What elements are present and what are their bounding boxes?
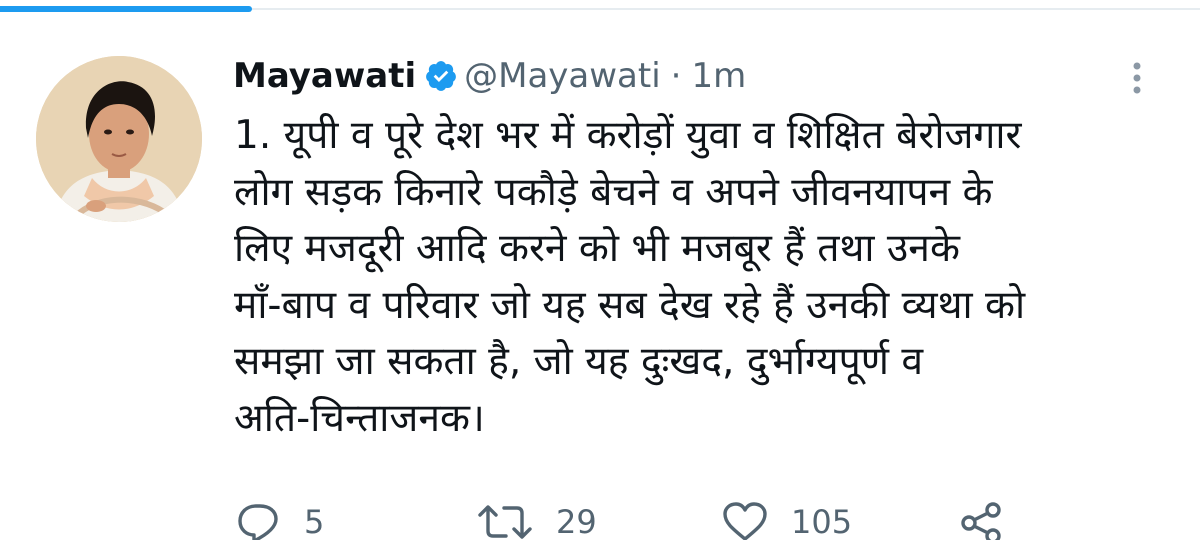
- reply-icon: [236, 501, 282, 540]
- tweet-action-bar: 5 29 105: [236, 498, 1005, 540]
- tweet-body-text: 1. यूपी व पूरे देश भर में करोड़ों युवा व…: [234, 113, 1026, 441]
- avatar[interactable]: [36, 56, 202, 222]
- more-vertical-icon[interactable]: [1122, 58, 1152, 98]
- retweet-count: 29: [556, 503, 597, 540]
- like-button[interactable]: 105: [721, 501, 959, 540]
- user-handle[interactable]: @Mayawati: [464, 52, 661, 100]
- tweet-header: Mayawati @Mayawati · 1m: [233, 52, 746, 100]
- share-icon: [959, 501, 1005, 540]
- tweet-timestamp[interactable]: 1m: [691, 52, 746, 100]
- reply-button[interactable]: 5: [236, 501, 476, 540]
- retweet-icon: [476, 501, 534, 540]
- tweet-screen: Mayawati @Mayawati · 1m 1. यूपी व पूरे द…: [0, 0, 1200, 540]
- retweet-button[interactable]: 29: [476, 501, 721, 540]
- share-button[interactable]: [959, 501, 1005, 540]
- verified-badge-icon: [424, 59, 458, 93]
- header-separator: ·: [670, 56, 682, 96]
- heart-icon: [721, 501, 769, 540]
- like-count: 105: [791, 503, 853, 540]
- active-tab-indicator: [0, 6, 252, 12]
- reply-count: 5: [304, 503, 325, 540]
- display-name[interactable]: Mayawati: [233, 52, 416, 100]
